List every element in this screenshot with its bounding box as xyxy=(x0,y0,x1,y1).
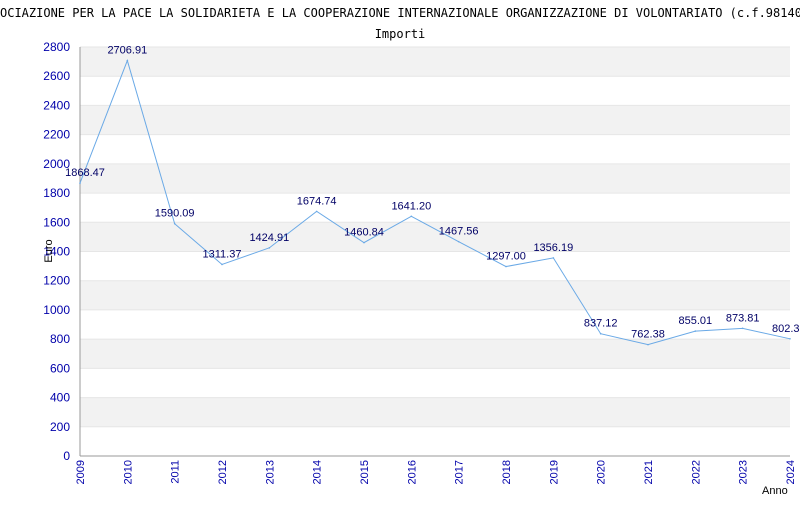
x-tick-label: 2024 xyxy=(785,460,797,484)
y-axis-label: Euro xyxy=(43,239,55,262)
x-tick-label: 2019 xyxy=(548,460,560,484)
x-tick-label: 2016 xyxy=(406,460,418,484)
data-point xyxy=(647,343,649,346)
grid-band xyxy=(80,76,790,106)
data-point xyxy=(741,327,744,330)
data-point xyxy=(315,210,318,213)
data-point xyxy=(268,247,271,249)
y-tick-label: 200 xyxy=(50,420,70,434)
y-tick-label: 0 xyxy=(63,449,70,463)
data-point xyxy=(599,332,602,335)
x-tick-label: 2023 xyxy=(738,460,750,484)
x-tick-label: 2013 xyxy=(264,460,276,484)
data-point xyxy=(79,182,81,184)
grid-band xyxy=(80,368,790,398)
data-label: 1674.74 xyxy=(297,195,337,207)
data-label: 1590.09 xyxy=(155,208,195,220)
chart-container: 0 200 400 600 800 1000 1200 1400 1600 1800 2000 220… xyxy=(0,0,800,500)
x-tick-label: 2022 xyxy=(690,460,702,484)
y-tick-label: 1800 xyxy=(43,186,70,200)
data-point xyxy=(173,222,176,225)
x-tick-label: 2015 xyxy=(359,460,371,484)
x-tick-label: 2017 xyxy=(454,460,466,484)
data-label: 1356.19 xyxy=(533,242,573,254)
y-tick-label: 1000 xyxy=(43,303,70,317)
grid-band xyxy=(80,134,790,164)
grid-band xyxy=(80,251,790,281)
data-label: 802.3 xyxy=(772,323,800,335)
y-tick-label: 1600 xyxy=(43,215,70,229)
data-label: 1467.56 xyxy=(439,226,479,238)
data-point xyxy=(694,330,697,332)
y-tick-label: 2400 xyxy=(43,98,70,112)
data-point xyxy=(789,338,791,340)
data-point xyxy=(221,263,223,266)
y-tick-label: 400 xyxy=(50,391,70,405)
data-label: 1311.37 xyxy=(203,248,242,260)
x-tick-label: 2012 xyxy=(217,460,229,484)
grid-band xyxy=(80,222,790,252)
data-point xyxy=(126,59,129,62)
data-label: 1868.47 xyxy=(65,167,105,179)
y-tick-label: 600 xyxy=(50,361,70,375)
x-tick-label: 2014 xyxy=(312,460,324,484)
data-point xyxy=(552,257,555,259)
grid-band xyxy=(80,47,790,77)
grid-band xyxy=(80,105,790,135)
x-tick-label: 2018 xyxy=(501,460,513,484)
grid-band xyxy=(80,280,790,310)
data-label: 855.01 xyxy=(679,315,713,327)
grid-band xyxy=(80,339,790,369)
chart-subtitle: Importi xyxy=(375,27,426,41)
y-tick-label: 1200 xyxy=(43,274,70,288)
chart-title: OCIAZIONE PER LA PACE LA SOLIDARIETA E L… xyxy=(0,6,800,20)
data-label: 1297.00 xyxy=(486,251,526,263)
x-tick-label: 2010 xyxy=(122,460,134,484)
y-tick-label: 800 xyxy=(50,332,70,346)
grid-band xyxy=(80,397,790,427)
data-point xyxy=(505,265,507,268)
y-tick-label: 2600 xyxy=(43,69,70,83)
data-label: 1460.84 xyxy=(344,227,384,239)
x-axis-label: Anno xyxy=(762,485,788,497)
data-point xyxy=(363,241,365,244)
line-chart: 0200400600800100012001400160018002000220… xyxy=(0,6,800,497)
x-tick-label: 2020 xyxy=(596,460,608,484)
data-point xyxy=(410,215,413,218)
x-tick-label: 2021 xyxy=(643,460,655,484)
data-label: 837.12 xyxy=(584,318,618,330)
x-tick-labels: 2009 2010 2011 2012 2013 2014 2015 2016 2017 2018… xyxy=(75,460,797,484)
data-label: 762.38 xyxy=(631,329,665,341)
data-label: 1641.20 xyxy=(391,200,431,212)
y-tick-label: 2200 xyxy=(43,128,70,142)
y-tick-label: 2800 xyxy=(43,40,70,54)
data-label: 1424.91 xyxy=(249,232,289,244)
grid-band xyxy=(80,163,790,194)
data-point xyxy=(457,240,460,243)
data-label: 2706.91 xyxy=(107,45,147,57)
data-label: 873.81 xyxy=(726,312,760,324)
x-tick-label: 2009 xyxy=(75,460,87,484)
x-tick-label: 2011 xyxy=(170,460,182,484)
grid-band xyxy=(80,426,790,456)
